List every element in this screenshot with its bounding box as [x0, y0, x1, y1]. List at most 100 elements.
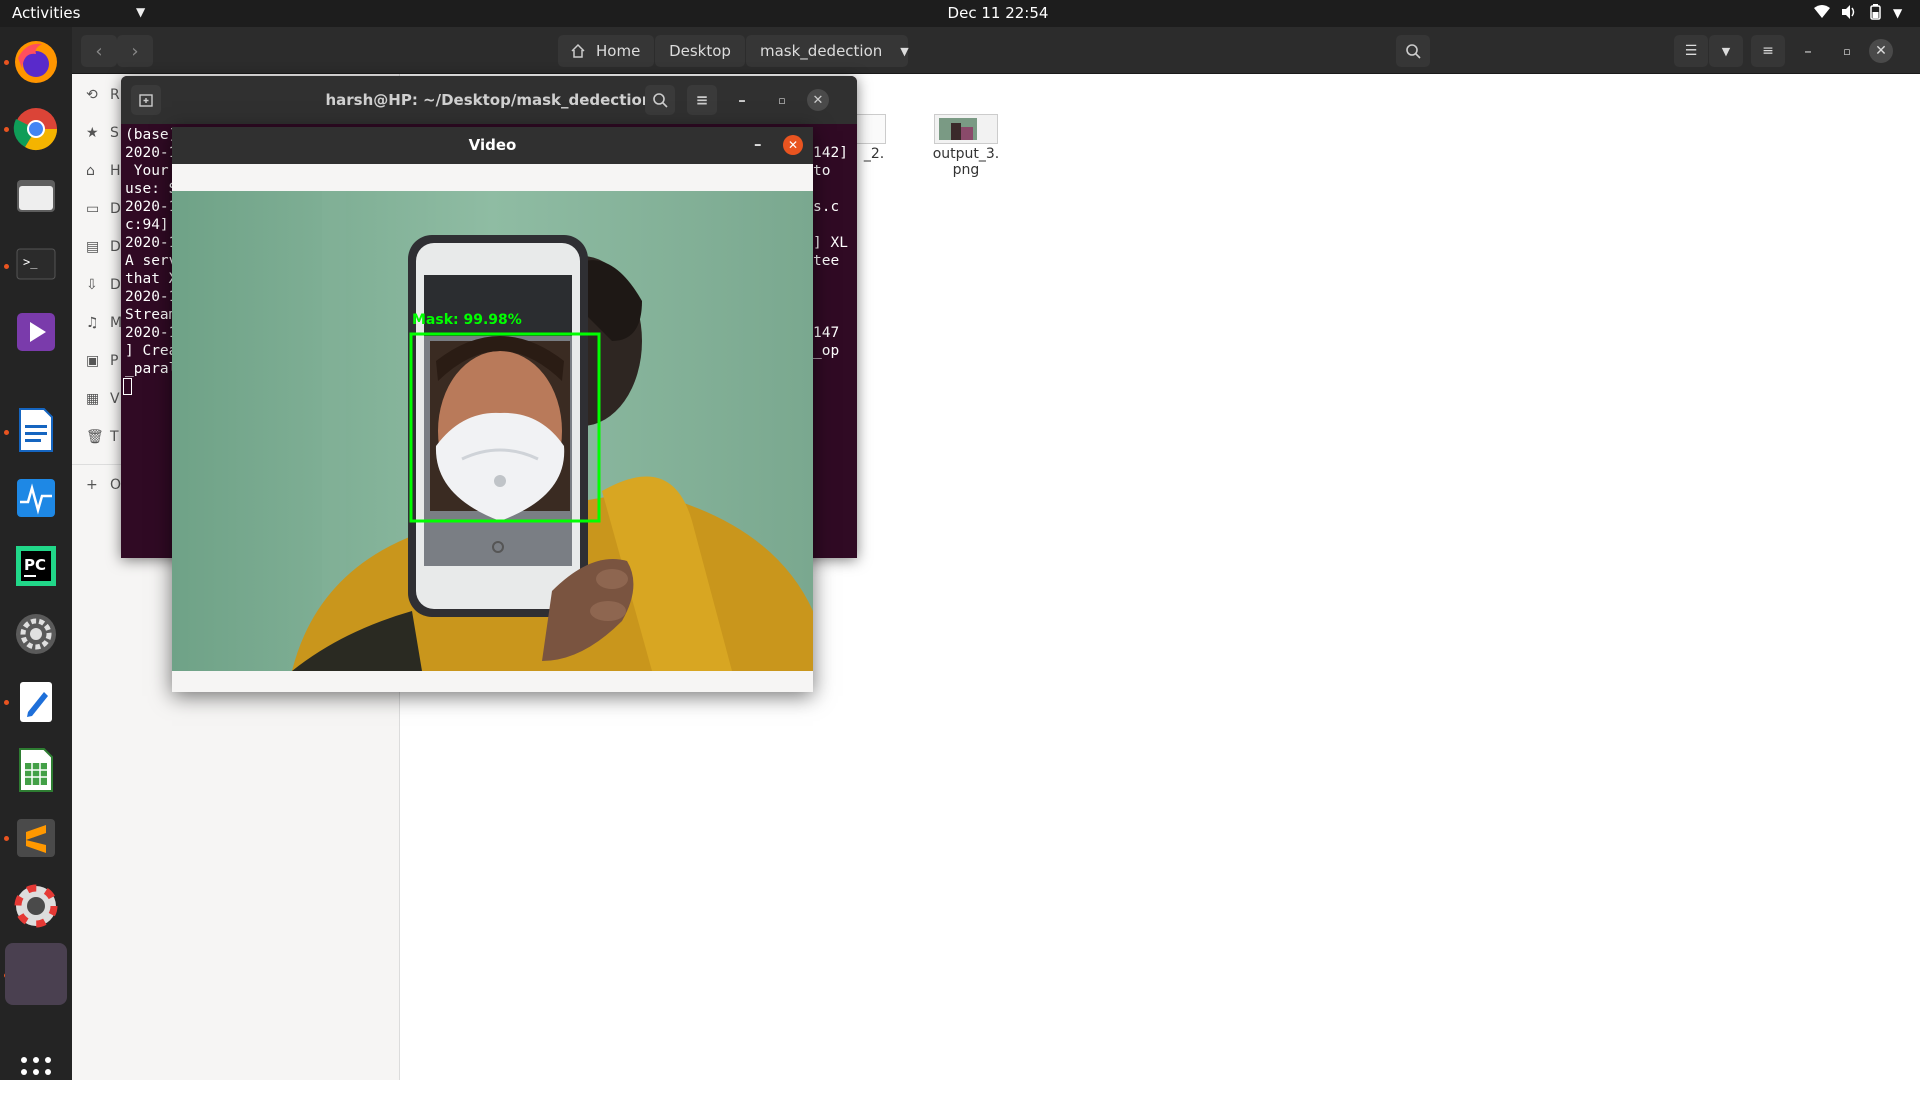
sidebar-item-label: S: [110, 125, 119, 141]
firefox-icon[interactable]: [8, 34, 64, 90]
wifi-icon[interactable]: [1813, 3, 1831, 25]
terminal-search-button[interactable]: [645, 85, 675, 115]
running-app-icon[interactable]: [5, 943, 67, 1005]
view-options-button[interactable]: ▼: [1709, 35, 1743, 67]
sidebar-item-other-locations[interactable]: + O: [86, 470, 121, 500]
minimize-icon: –: [738, 91, 746, 109]
picture-icon: ▣: [86, 353, 100, 369]
terminal-line-end: 142]: [813, 145, 848, 161]
back-button[interactable]: ‹: [81, 35, 117, 67]
sidebar-item-recent[interactable]: ⟲ R: [86, 80, 120, 110]
text-editor-icon[interactable]: [8, 674, 64, 730]
chevron-left-icon: ‹: [95, 40, 103, 62]
chrome-icon[interactable]: [8, 101, 64, 157]
path-home-label: Home: [596, 42, 641, 60]
file-name-line: png: [952, 162, 980, 178]
terminal-line: _paral: [125, 361, 178, 377]
sidebar-item-label: T: [110, 429, 119, 445]
sidebar-item-music[interactable]: ♫ M: [86, 308, 122, 338]
menu-button[interactable]: ≡: [1751, 35, 1785, 67]
sublime-text-icon[interactable]: [8, 810, 64, 866]
document-icon: ▤: [86, 239, 100, 255]
sidebar-item-label: R: [110, 87, 120, 103]
sidebar-item-documents[interactable]: ▤ D: [86, 232, 121, 262]
battery-icon[interactable]: [1866, 3, 1884, 25]
home-icon: [571, 43, 585, 58]
path-current-label: mask_dedection: [760, 42, 883, 60]
pycharm-icon[interactable]: PC: [8, 538, 64, 594]
file-thumbnail[interactable]: [934, 114, 998, 144]
close-icon: ✕: [812, 92, 824, 108]
sidebar-item-desktop[interactable]: ▭ D: [86, 194, 121, 224]
minimize-icon: –: [1804, 42, 1812, 60]
volume-icon[interactable]: [1840, 3, 1858, 25]
terminal-minimize-button[interactable]: –: [727, 85, 757, 115]
file-name[interactable]: output_3. png: [924, 146, 1008, 178]
sidebar-item-label: O: [110, 477, 122, 493]
terminal-line: 2020-1: [125, 199, 178, 215]
camera-image: Mask: 99.98%: [172, 191, 813, 671]
file-manager-headerbar: ‹ › Home Desktop mask_dedection ▼ ☰ ▼ ≡ …: [72, 27, 1920, 74]
terminal-close-button[interactable]: ✕: [807, 89, 829, 111]
video-close-button[interactable]: ✕: [783, 135, 803, 155]
writer-icon[interactable]: [8, 402, 64, 458]
video-window[interactable]: Video – ✕ Mask: 99.98%: [172, 127, 813, 692]
video-titlebar[interactable]: Video – ✕: [172, 127, 813, 164]
terminal-menu-button[interactable]: ≡: [687, 85, 717, 115]
sidebar-item-label: D: [110, 201, 121, 217]
sidebar-item-label: V: [110, 391, 120, 407]
terminal-line: use: S: [125, 181, 178, 197]
terminal-titlebar[interactable]: harsh@HP: ~/Desktop/mask_dedection ≡ – ▫…: [121, 76, 857, 124]
help-icon[interactable]: [8, 878, 64, 934]
video-minimize-button[interactable]: –: [754, 135, 762, 153]
show-applications-icon[interactable]: [8, 1044, 64, 1100]
terminal-line-end: _op: [813, 343, 840, 359]
path-desktop-button[interactable]: Desktop: [655, 35, 745, 67]
sidebar-item-videos[interactable]: ▦ V: [86, 384, 120, 414]
chevron-down-icon: ▼: [1721, 44, 1731, 58]
minimize-button[interactable]: –: [1791, 35, 1825, 67]
forward-button[interactable]: ›: [117, 35, 153, 67]
svg-text:>_: >_: [23, 255, 38, 269]
system-menu-chevron-icon[interactable]: ▼: [1893, 6, 1902, 20]
terminal-line-end: to: [813, 163, 831, 179]
settings-icon[interactable]: [8, 606, 64, 662]
sidebar-item-trash[interactable]: 🗑 T: [86, 422, 119, 452]
system-monitor-icon[interactable]: [8, 470, 64, 526]
terminal-icon[interactable]: >_: [8, 236, 64, 292]
path-desktop-label: Desktop: [669, 42, 731, 60]
plus-icon: +: [86, 477, 98, 493]
path-current-button[interactable]: mask_dedection ▼: [746, 35, 909, 67]
file-name[interactable]: _2.: [854, 146, 894, 162]
search-button[interactable]: [1396, 35, 1430, 67]
maximize-button[interactable]: ▫: [1830, 35, 1864, 67]
terminal-maximize-button[interactable]: ▫: [767, 85, 797, 115]
sidebar-item-starred[interactable]: ★ S: [86, 118, 119, 148]
star-icon: ★: [86, 125, 99, 141]
maximize-icon: ▫: [1843, 44, 1851, 58]
video-player-icon[interactable]: [8, 304, 64, 360]
minimize-icon: –: [754, 135, 762, 153]
close-icon: ✕: [1875, 43, 1887, 59]
video-title: Video: [468, 136, 517, 154]
sidebar-item-downloads[interactable]: ⇩ D: [86, 270, 121, 300]
close-button[interactable]: ✕: [1869, 39, 1893, 63]
sidebar-item-pictures[interactable]: ▣ P: [86, 346, 118, 376]
view-list-button[interactable]: ☰: [1674, 35, 1708, 67]
sidebar-item-home[interactable]: ⌂ H: [86, 156, 121, 186]
calc-icon[interactable]: [8, 742, 64, 798]
file-name-line: output_3.: [932, 146, 1000, 162]
files-icon[interactable]: [8, 168, 64, 224]
sidebar-item-label: D: [110, 239, 121, 255]
path-home-button[interactable]: Home: [558, 35, 654, 67]
terminal-line: 2020-1: [125, 289, 178, 305]
terminal-line: c:94]: [125, 217, 169, 233]
terminal-line: ] Crea: [125, 343, 178, 359]
clock[interactable]: Dec 11 22:54: [0, 4, 1920, 22]
detection-label: Mask: 99.98%: [412, 312, 522, 328]
desktop-icon: ▭: [86, 201, 100, 217]
search-icon: [653, 93, 668, 108]
chevron-right-icon: ›: [131, 40, 139, 62]
home-icon: ⌂: [86, 163, 95, 179]
film-icon: ▦: [86, 391, 100, 407]
